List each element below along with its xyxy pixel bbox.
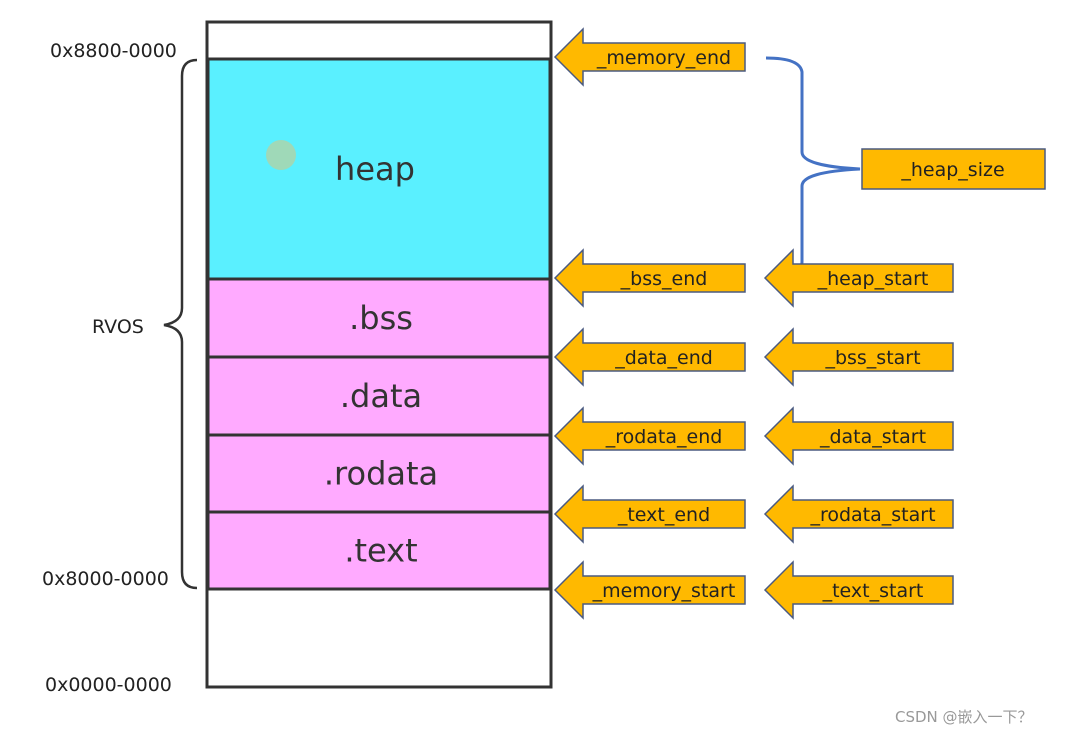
arrow-label: _bss_end xyxy=(620,268,708,290)
address-bottom: 0x0000-0000 xyxy=(45,674,172,696)
symbol-arrow-left: _data_end xyxy=(553,327,746,387)
heap-size-brace xyxy=(765,56,861,280)
segment-label: .text xyxy=(344,532,417,570)
rvos-brace xyxy=(163,58,198,590)
symbol-arrow-left: _bss_end xyxy=(553,248,746,308)
arrow-label: _memory_start xyxy=(592,580,736,602)
cursor-dot xyxy=(266,140,296,170)
arrow-label: _rodata_start xyxy=(809,504,935,526)
address-top: 0x8800-0000 xyxy=(50,40,177,62)
arrow-label: _rodata_end xyxy=(605,426,723,448)
watermark: CSDN @嵌入一下？ xyxy=(895,708,1033,726)
symbol-arrow-right: _text_start xyxy=(763,560,954,620)
segment-label: .bss xyxy=(349,299,413,337)
symbol-arrow-right: _bss_start xyxy=(763,327,954,387)
symbol-arrow-left: _text_end xyxy=(553,484,746,544)
arrow-label: _text_end xyxy=(617,504,710,526)
segment-label: .data xyxy=(340,377,422,415)
symbol-arrow-right: _data_start xyxy=(763,406,954,466)
memory-layout-diagram: heap .bss .data .rodata .text 0x8800-0000 0x… xyxy=(42,20,1046,726)
arrow-label: _data_start xyxy=(819,426,926,448)
address-rvos-start: 0x8000-0000 xyxy=(42,568,169,590)
arrow-label: _bss_start xyxy=(824,347,920,369)
symbol-arrow-right: _heap_start xyxy=(763,248,954,308)
segment-label: heap xyxy=(335,150,415,188)
symbol-arrow-right: _rodata_start xyxy=(763,484,954,544)
symbol-arrow-left: _memory_start xyxy=(553,560,746,620)
arrow-label: _text_start xyxy=(822,580,924,602)
arrow-label: _memory_end xyxy=(596,47,731,69)
arrow-label: _heap_start xyxy=(817,268,929,290)
rvos-label: RVOS xyxy=(92,316,144,338)
arrow-label: _data_end xyxy=(614,347,713,369)
symbol-arrow-left: _rodata_end xyxy=(553,406,746,466)
heap-size-label: _heap_size xyxy=(900,159,1004,181)
segment-label: .rodata xyxy=(324,455,438,493)
symbol-arrow-left: _memory_end xyxy=(553,27,746,87)
